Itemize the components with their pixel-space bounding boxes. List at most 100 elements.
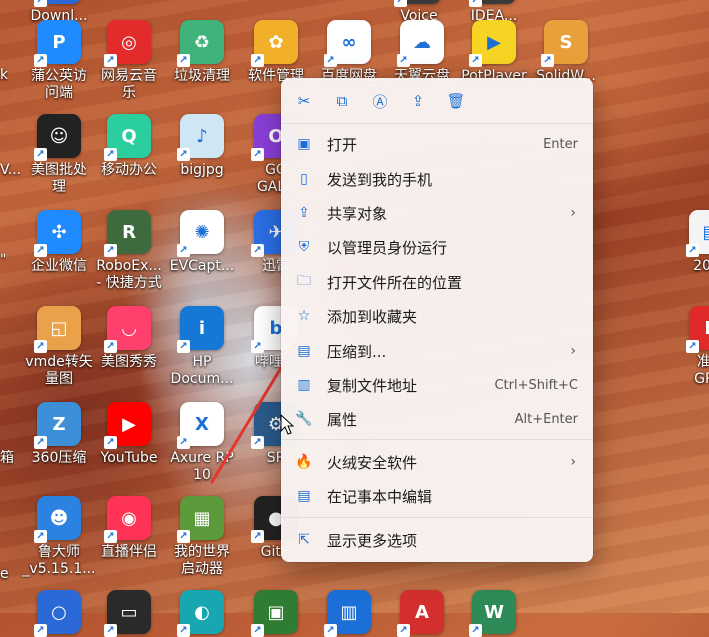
desktop-icon-right-gplt[interactable]: P↗准考 GPLT [672,306,709,388]
shortcut-arrow-icon: ↗ [251,54,264,67]
desktop-icon-axure[interactable]: X ↗ Axure RP 10 [163,402,241,484]
desktop-icon-qiye-wx[interactable]: ✣ ↗ 企业微信 [20,210,98,275]
menu-item-huorong[interactable]: 🔥 火绒安全软件 › [286,446,588,478]
shortcut-arrow-icon: ↗ [324,624,337,637]
desktop-icon-label: 企业微信 [31,258,87,274]
soft-mgr-app-icon: ✿ ↗ [251,20,298,67]
shortcut-arrow-icon: ↗ [469,54,482,67]
menu-item-copy-path[interactable]: ▥ 复制文件地址 Ctrl+Shift+C [286,369,588,401]
desktop-icon-bigjpg[interactable]: ♪ ↗ bigjpg [163,114,241,179]
desktop-icon-tianyi[interactable]: ☁ ↗ 天翼云盘 [383,20,461,85]
desktop-icon-bottom-5[interactable]: ▥ ↗ [310,590,388,637]
baidu-pan-app-icon: ∞ ↗ [324,20,371,67]
rename-button[interactable]: Ⓐ [365,86,395,116]
menu-item-run-admin[interactable]: ⛨ 以管理员身份运行 [286,231,588,263]
desktop-icon-trash-clean[interactable]: ♻ ↗ 垃圾清理 [163,20,241,85]
netease-app-icon: ◎ ↗ [104,20,151,67]
desktop-icon-bottom-3[interactable]: ◐ ↗ [163,590,241,637]
menu-item-send-phone[interactable]: ▯ 发送到我的手机 [286,163,588,195]
desktop-icon-roboex[interactable]: R ↗ RoboEx... - 快捷方式 [90,210,168,292]
desktop-icon-netease[interactable]: ◎ ↗ 网易云音 乐 [90,20,168,102]
menu-item-properties[interactable]: 🔧 属性 Alt+Enter [286,403,588,435]
menu-item-compress[interactable]: ▤ 压缩到... › [286,335,588,367]
menu-item-notepad[interactable]: ▤ 在记事本中编辑 [286,480,588,512]
shortcut-arrow-icon: ↗ [397,624,410,637]
share-button[interactable]: ⇪ [403,86,433,116]
menu-item-add-favorites[interactable]: ☆ 添加到收藏夹 [286,300,588,332]
shortcut-arrow-icon: ↗ [177,244,190,257]
desktop-icon-zhibo[interactable]: ◉ ↗ 直播伴侣 [90,496,168,561]
desktop-icon-right-2024[interactable]: ▤↗2024 [672,210,709,275]
shortcut-arrow-icon: ↗ [469,0,482,7]
shortcut-arrow-icon: ↗ [177,530,190,543]
cut-button[interactable]: ✂ [289,86,319,116]
desktop-icon-label: 直播伴侣 [101,544,157,560]
copy-button[interactable]: ⧉ [327,86,357,116]
bottom-3-app-icon: ◐ ↗ [177,590,224,637]
potplayer-app-icon: ▶ ↗ [469,20,516,67]
shortcut-arrow-icon: ↗ [251,436,264,449]
desktop-icon-bottom-7[interactable]: W ↗ [455,590,533,637]
menu-item-label: 以管理员身份运行 [327,238,448,257]
star-icon: ☆ [297,308,311,324]
menu-item-shortcut: Enter [543,136,578,152]
shortcut-arrow-icon: ↗ [686,244,699,257]
vmde-app-icon: ◱ ↗ [34,306,81,353]
shortcut-arrow-icon: ↗ [34,340,47,353]
desktop-icon-label: YouTube [100,450,158,466]
desktop-icon-youtube[interactable]: ▶ ↗ YouTube [90,402,168,467]
desktop-icon-solidw[interactable]: S ↗ SolidW... [527,20,605,85]
shortcut-arrow-icon: ↗ [34,54,47,67]
shortcut-arrow-icon: ↗ [177,54,190,67]
desktop-icon-pengong[interactable]: P ↗ 蒲公英访 问端 [20,20,98,102]
desktop-icon-bottom-6[interactable]: A ↗ [383,590,461,637]
wrench-icon: 🔧 [295,411,313,427]
solidw-app-icon: S ↗ [541,20,588,67]
desktop-icon-label: 2024 [693,258,709,274]
desktop-icon-bottom-4[interactable]: ▣ ↗ [237,590,315,637]
meitu-app-icon: ◡ ↗ [104,306,151,353]
menu-item-more-options[interactable]: ⇱ 显示更多选项 [286,524,588,556]
shortcut-arrow-icon: ↗ [251,148,264,161]
desktop-icon-label: 美图批处 理 [31,162,87,195]
menu-item-open[interactable]: ▣ 打开 Enter [286,128,588,160]
folder-icon: 🗀 [297,273,311,289]
desktop-icon-minecraft[interactable]: ▦ ↗ 我的世界 启动器 [163,496,241,578]
bottom-1-app-icon: ○ ↗ [34,590,81,637]
menu-item-open-location[interactable]: 🗀 打开文件所在的位置 [286,266,588,298]
share-icon: ⇪ [411,92,425,110]
edge-label: V... [0,162,22,178]
shield-icon: ⛨ [298,239,310,255]
desktop-icon-vmde[interactable]: ◱ ↗ vmde转矢 量图 [20,306,98,388]
desktop-icon-zip360[interactable]: Z ↗ 360压缩 [20,402,98,467]
minecraft-app-icon: ▦ ↗ [177,496,224,543]
bottom-2-app-icon: ▭ ↗ [104,590,151,637]
menu-item-share[interactable]: ⇪ 共享对象 › [286,197,588,229]
shortcut-arrow-icon: ↗ [177,148,190,161]
desktop-icon-evcapt[interactable]: ✺ ↗ EVCapt... [163,210,241,275]
desktop-icon-potplayer[interactable]: ▶ ↗ PotPlayer [455,20,533,85]
desktop-icon-meitu[interactable]: ◡ ↗ 美图秀秀 [90,306,168,371]
trash-clean-app-icon: ♻ ↗ [177,20,224,67]
menu-divider [281,123,593,124]
desktop-icon-soft-mgr[interactable]: ✿ ↗ 软件管理 [237,20,315,85]
top-partial-3-app-icon: ↗ [394,0,441,7]
desktop-icon-bottom-1[interactable]: ○ ↗ [20,590,98,637]
desktop-icon-meitu-batch[interactable]: ☺ ↗ 美图批处 理 [20,114,98,196]
shortcut-arrow-icon: ↗ [34,624,47,637]
desktop-icon-label: 鲁大师 _v5.15.1... [22,544,96,577]
desktop-icon-baidu-pan[interactable]: ∞ ↗ 百度网盘 [310,20,388,85]
delete-button[interactable]: 🗑 [441,86,471,116]
desktop-icon-ludashi[interactable]: ☻ ↗ 鲁大师 _v5.15.1... [20,496,98,578]
shortcut-arrow-icon: ↗ [469,624,482,637]
desktop-icon-label: HP Docum... [170,354,234,387]
context-menu: ✂ ⧉ Ⓐ ⇪ 🗑 ▣ 打开 Enter ▯ 发送到我的手机 ⇪ 共享对象 › ⛨ 以管理员身份运行 🗀 打开… [281,78,593,562]
edge-label: " [0,252,7,268]
window-icon: ▣ [297,136,311,152]
desktop-icon-bottom-2[interactable]: ▭ ↗ [90,590,168,637]
bottom-4-app-icon: ▣ ↗ [251,590,298,637]
desktop-icon-yidong[interactable]: Q ↗ 移动办公 [90,114,168,179]
desktop-icon-hp-doc[interactable]: i ↗ HP Docum... [163,306,241,388]
top-partial-1-app-icon: ↗ [34,0,81,7]
archive-icon: ▤ [297,343,311,359]
